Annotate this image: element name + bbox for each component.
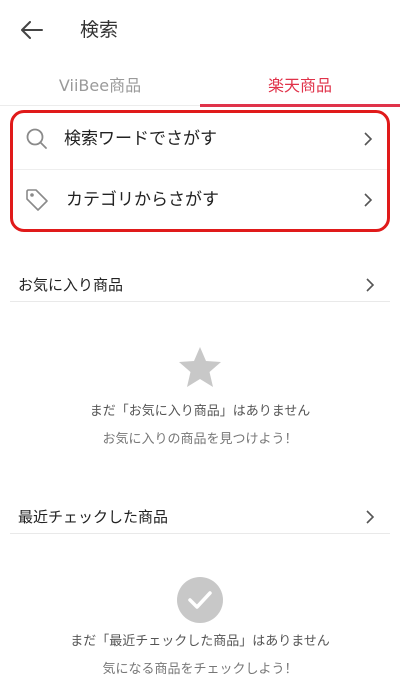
favorites-empty-hint: お気に入りの商品を見つけよう！ [102, 432, 298, 447]
favorites-title: お気に入り商品 [18, 276, 124, 294]
app-header: 検索 [0, 0, 400, 60]
recent-empty-title: まだ「最近チェックした商品」はありません [70, 634, 330, 649]
favorites-empty-title: まだ「お気に入り商品」はありません [89, 404, 311, 419]
tab-rakuten[interactable]: 楽天商品 [200, 62, 400, 107]
chevron-right-icon [366, 278, 375, 292]
recent-title: 最近チェックした商品 [18, 508, 169, 526]
highlight-annotation [10, 110, 390, 232]
chevron-right-icon [366, 510, 375, 524]
back-arrow-icon [21, 21, 43, 39]
check-circle-icon [177, 577, 223, 623]
tab-bar: ViiBee商品 楽天商品 [0, 62, 400, 107]
favorites-section-header[interactable]: お気に入り商品 [10, 268, 390, 302]
tab-viibee[interactable]: ViiBee商品 [0, 62, 200, 106]
back-button[interactable] [18, 16, 46, 44]
recent-section-header[interactable]: 最近チェックした商品 [10, 500, 390, 534]
page-title: 検索 [80, 19, 119, 41]
star-icon [179, 347, 221, 387]
recent-empty-hint: 気になる商品をチェックしよう！ [102, 662, 298, 677]
